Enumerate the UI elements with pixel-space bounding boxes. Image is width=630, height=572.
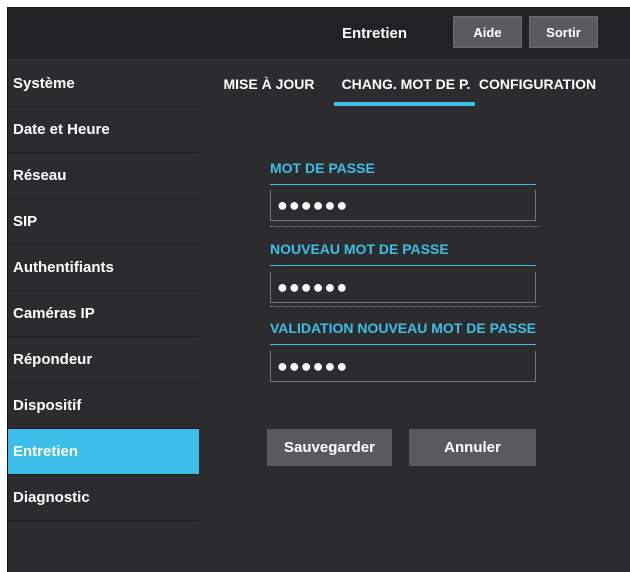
save-button[interactable]: Sauvegarder — [267, 429, 392, 466]
confirm-password-label: VALIDATION NOUVEAU MOT DE PASSE — [270, 320, 536, 345]
sidebar-item-repondeur[interactable]: Répondeur — [8, 337, 199, 383]
tab-bar: MISE À JOUR CHANG. MOT DE P. CONFIGURATI… — [200, 60, 630, 107]
confirm-password-field[interactable]: ●●●●●● — [270, 351, 536, 382]
new-password-field[interactable]: ●●●●●● — [270, 272, 536, 303]
current-password-field[interactable]: ●●●●●● — [270, 190, 536, 221]
sidebar-item-cameras-ip[interactable]: Caméras IP — [8, 291, 199, 337]
sidebar-item-reseau[interactable]: Réseau — [8, 153, 199, 199]
cancel-button[interactable]: Annuler — [409, 429, 536, 466]
sidebar-item-date-heure[interactable]: Date et Heure — [8, 107, 199, 153]
field-divider — [270, 226, 540, 227]
exit-button[interactable]: Sortir — [529, 16, 598, 48]
active-tab-indicator — [334, 102, 475, 106]
current-password-label: MOT DE PASSE — [270, 160, 536, 185]
sidebar: Système Date et Heure Réseau SIP Authent… — [8, 60, 199, 572]
tab-changer-mot-de-passe[interactable]: CHANG. MOT DE P. — [334, 60, 478, 107]
tab-configuration[interactable]: CONFIGURATION — [475, 60, 600, 107]
sidebar-item-diagnostic[interactable]: Diagnostic — [8, 475, 199, 521]
app-window: Entretien Aide Sortir Système Date et He… — [7, 7, 630, 572]
sidebar-item-sip[interactable]: SIP — [8, 199, 199, 245]
sidebar-item-dispositif[interactable]: Dispositif — [8, 383, 199, 429]
sidebar-item-entretien[interactable]: Entretien — [8, 429, 199, 475]
top-bar: Entretien Aide Sortir — [8, 8, 630, 60]
sidebar-item-authentifiants[interactable]: Authentifiants — [8, 245, 199, 291]
new-password-label: NOUVEAU MOT DE PASSE — [270, 241, 536, 266]
page-title: Entretien — [342, 25, 408, 42]
field-divider — [270, 306, 540, 307]
tab-mise-a-jour[interactable]: MISE À JOUR — [217, 60, 321, 107]
sidebar-item-systeme[interactable]: Système — [8, 60, 199, 107]
help-button[interactable]: Aide — [453, 16, 522, 48]
